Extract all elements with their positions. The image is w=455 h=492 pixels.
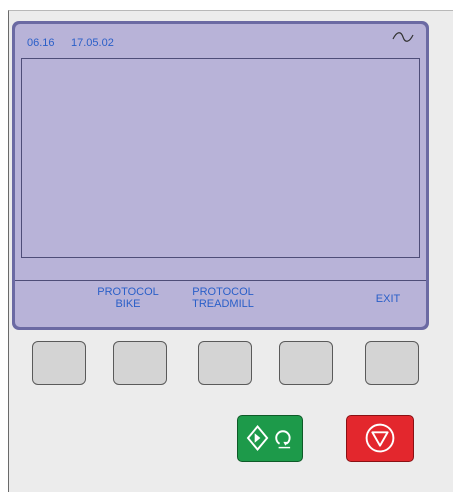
display-screen: 06.16 17.05.02 PROTOCOL BIKE PROTOCOL TR…: [15, 24, 426, 327]
softkey-4-button[interactable]: [279, 341, 333, 385]
date-display: 17.05.02: [71, 37, 114, 49]
display-bezel: 06.16 17.05.02 PROTOCOL BIKE PROTOCOL TR…: [12, 21, 429, 330]
softkey-label-exit: EXIT: [375, 293, 401, 305]
software-version: 06.16: [27, 37, 55, 49]
softkey-1-button[interactable]: [32, 341, 86, 385]
status-bar: 06.16 17.05.02: [15, 24, 426, 54]
ac-power-icon: [392, 32, 414, 42]
softkey-divider: [15, 280, 426, 281]
softkey-protocol-treadmill-button[interactable]: [198, 341, 252, 385]
softkey-exit-button[interactable]: [365, 341, 419, 385]
main-display-area: [21, 58, 420, 258]
softkey-label-protocol-bike: PROTOCOL BIKE: [97, 286, 159, 310]
start-icon: [246, 425, 291, 452]
stop-button[interactable]: [346, 415, 414, 462]
start-button[interactable]: [237, 415, 303, 462]
softkey-protocol-bike-button[interactable]: [113, 341, 167, 385]
softkey-label-protocol-treadmill: PROTOCOL TREADMILL: [192, 286, 254, 310]
stop-icon: [365, 423, 395, 453]
